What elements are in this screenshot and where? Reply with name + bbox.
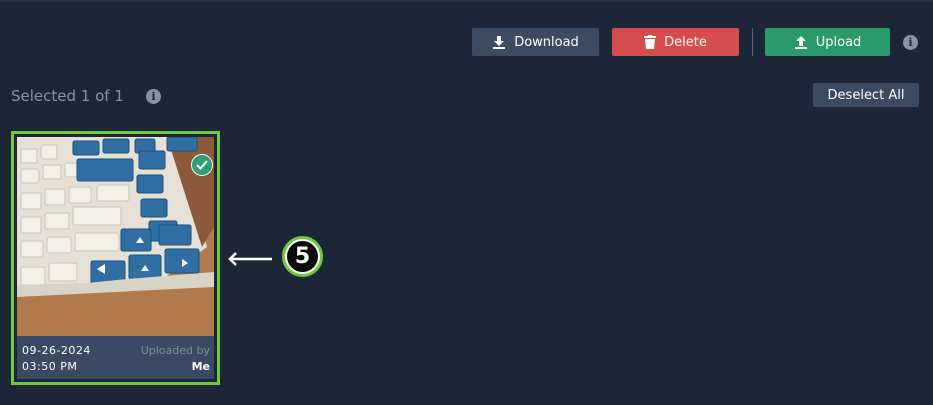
upload-icon [794,35,808,49]
keyboard-photo [17,137,214,336]
upload-label: Upload [815,34,862,50]
download-label: Download [514,34,579,50]
photo-card[interactable]: 09-26-2024 03:50 PM Uploaded by Me [11,131,220,385]
selected-check-icon[interactable] [191,154,213,176]
download-button[interactable]: Download [472,28,599,56]
left-arrow-icon [228,251,274,270]
selection-status: Selected 1 of 1 [11,87,124,105]
uploaded-by-label: Uploaded by [140,344,210,357]
delete-button[interactable]: Delete [612,28,739,56]
photo-info: 09-26-2024 03:50 PM Uploaded by Me [17,336,214,379]
selection-info-icon[interactable]: i [146,89,161,104]
toolbar-divider [752,28,753,56]
delete-label: Delete [664,34,707,50]
trash-icon [644,35,657,49]
step-number: 5 [287,241,318,272]
photo-date: 09-26-2024 [22,344,91,357]
photo-time: 03:50 PM [22,360,78,373]
info-icon[interactable]: i [903,35,918,50]
deselect-all-button[interactable]: Deselect All [813,83,919,107]
step-badge: 5 [282,236,323,277]
uploader-name: Me [191,360,210,373]
top-border [0,0,933,2]
photo-thumbnail[interactable] [17,137,214,336]
upload-button[interactable]: Upload [765,28,890,56]
download-icon [492,35,506,49]
